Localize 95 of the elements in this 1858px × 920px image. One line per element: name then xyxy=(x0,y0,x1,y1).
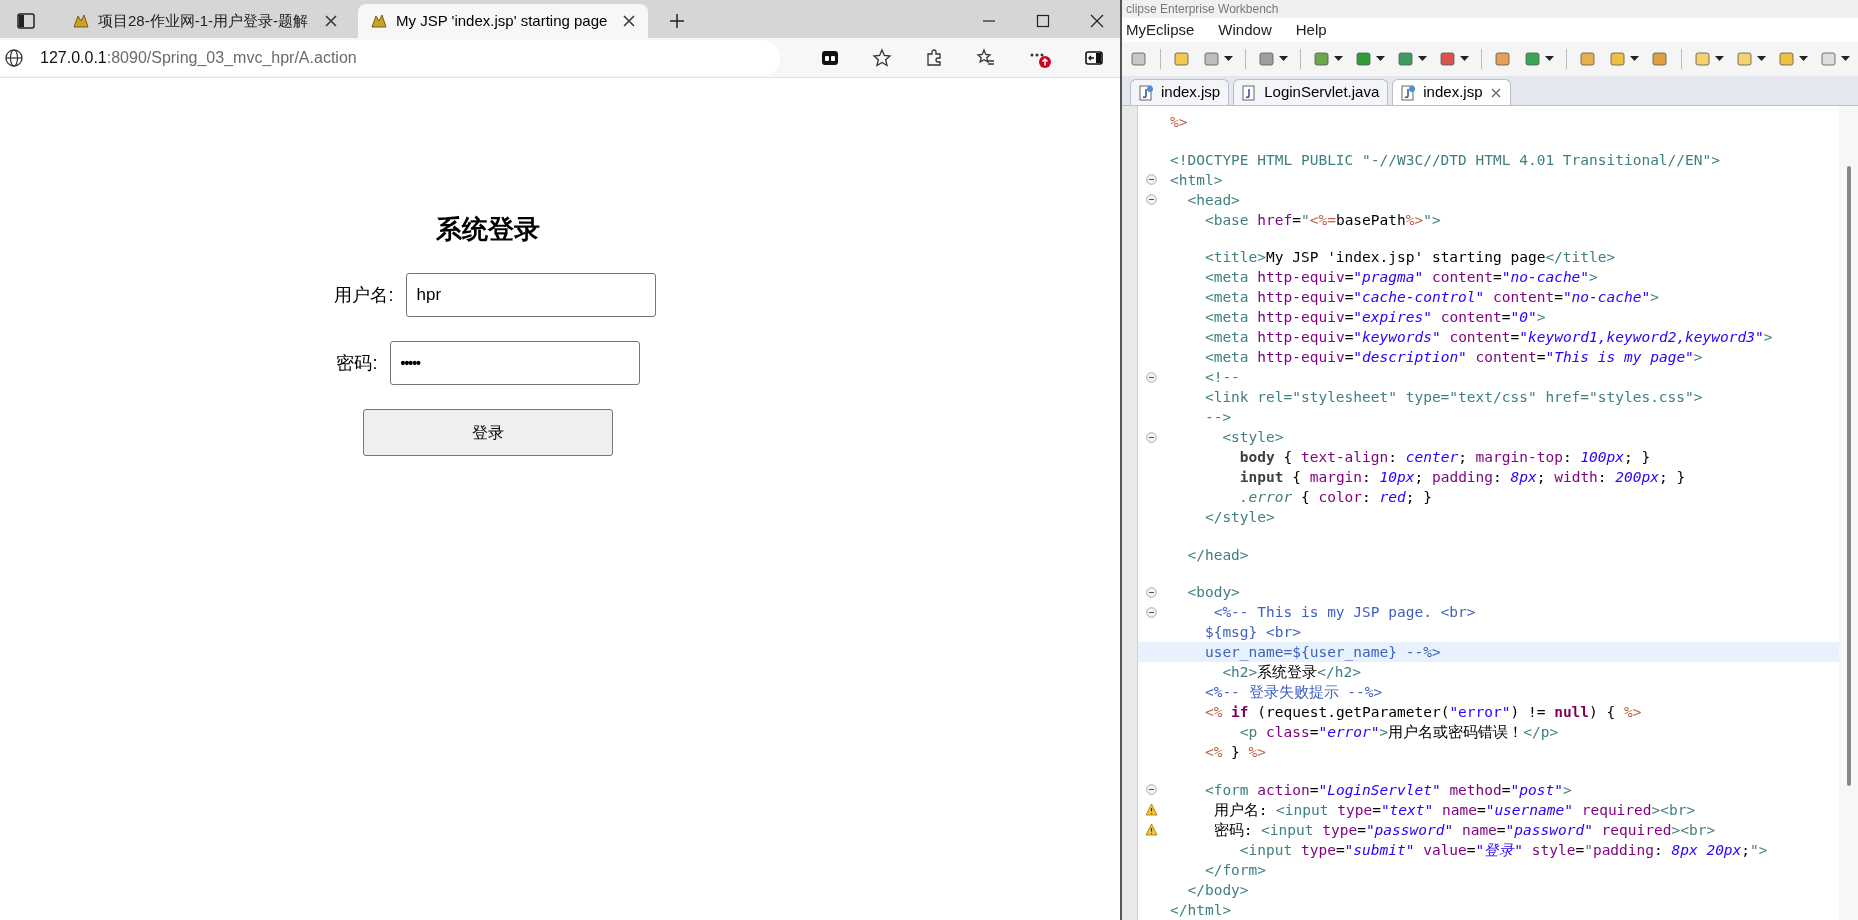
caret-icon[interactable] xyxy=(1545,56,1554,62)
code-line: <% if (request.getParameter("error") != null) { %> xyxy=(1203,703,1642,723)
plus-icon[interactable] xyxy=(668,12,686,30)
code-line: <!DOCTYPE HTML PUBLIC "-//W3C//DTD HTML 4.01 Transitional//EN"> xyxy=(1169,150,1720,170)
close-icon[interactable] xyxy=(324,14,338,28)
menu-item[interactable]: MyEclipse xyxy=(1126,18,1195,42)
code-line: --> xyxy=(1203,408,1232,428)
close-icon[interactable] xyxy=(622,14,636,28)
code-line: <h2>系统登录</h2> xyxy=(1221,663,1361,683)
code-line: 密码: <input type="password" name="password" required><br> xyxy=(1212,820,1716,840)
star-icon[interactable] xyxy=(872,47,892,68)
caret-icon[interactable] xyxy=(1418,56,1427,62)
code-line: %> xyxy=(1169,113,1188,132)
collapse-icon[interactable] xyxy=(1145,784,1157,796)
code-line: <p class="error">用户名或密码错误！</p> xyxy=(1238,723,1559,743)
caret-icon[interactable] xyxy=(1799,56,1808,62)
warning-icon xyxy=(1144,803,1158,817)
code-line: <html> xyxy=(1169,170,1223,190)
code-line: </style> xyxy=(1203,508,1275,528)
code-line: <meta http-equiv="cache-control" content="no-cache"> xyxy=(1203,288,1659,308)
editor-tab[interactable]: index.jsp xyxy=(1392,79,1512,105)
browser-tab[interactable]: 项目28-作业网-1-用户登录-题解 xyxy=(60,4,350,38)
tomcat-icon xyxy=(72,12,90,30)
collapse-icon[interactable] xyxy=(1145,586,1157,598)
tomcat-icon xyxy=(370,12,388,30)
menu-item[interactable]: Window xyxy=(1218,18,1272,42)
code-line: <meta http-equiv="pragma" content="no-cache"> xyxy=(1203,268,1598,288)
code-line: <form action="LoginServlet" method="post"> xyxy=(1203,780,1572,800)
password-field[interactable]: ••••• xyxy=(389,341,640,385)
code-line: <% } %> xyxy=(1203,743,1267,763)
code-line: <!-- xyxy=(1203,368,1240,388)
username-field[interactable]: hpr xyxy=(405,273,656,317)
code-line: .error { color: red; } xyxy=(1238,488,1432,508)
tab-title: LoginServlet.java xyxy=(1264,82,1380,103)
tab-title: index.jsp xyxy=(1423,82,1483,103)
editor-tab[interactable]: index.jsp xyxy=(1130,79,1230,105)
caret-icon[interactable] xyxy=(1715,56,1724,62)
code-line: user_name=${user_name} --%> xyxy=(1203,643,1441,663)
code-line: <input type="submit" value="登录" style="padding: 8px 20px;"> xyxy=(1238,840,1768,860)
code-line: input { margin: 10px; padding: 8px; width: 200px; } xyxy=(1238,468,1686,488)
code-line: <meta http-equiv="description" content="This is my page"> xyxy=(1203,348,1703,368)
caret-icon[interactable] xyxy=(1841,56,1850,62)
sidebar-icon[interactable] xyxy=(16,11,36,31)
code-line: </html> xyxy=(1169,900,1232,920)
warning-icon xyxy=(1144,823,1158,837)
code-line: 用户名: <input type="text" name="username" required><br> xyxy=(1212,800,1696,820)
collapse-icon[interactable] xyxy=(1145,431,1157,443)
collapse-icon[interactable] xyxy=(1145,174,1157,186)
code-line: <link rel="stylesheet" type="text/css" href="styles.css"> xyxy=(1203,388,1703,408)
caret-icon[interactable] xyxy=(1334,56,1343,62)
menu-item[interactable]: Help xyxy=(1295,18,1327,42)
code-line: body { text-align: center; margin-top: 100px; } xyxy=(1238,448,1651,468)
tab-title: index.jsp xyxy=(1161,82,1221,103)
window-title: clipse Enterprise Workbench xyxy=(1125,1,1280,18)
jsp-file-icon xyxy=(1139,84,1153,101)
code-line: <head> xyxy=(1186,190,1240,210)
browser-tab[interactable]: My JSP 'index.jsp' starting page xyxy=(358,4,648,38)
code-line: <meta http-equiv="keywords" content="keyword1,keyword2,keyword3"> xyxy=(1203,328,1773,348)
field-label: 密码: xyxy=(336,351,378,375)
jsp-file-icon xyxy=(1401,84,1416,101)
java-file-icon xyxy=(1242,84,1257,101)
caret-icon[interactable] xyxy=(1376,56,1385,62)
code-line: <base href="<%=basePath%>"> xyxy=(1203,210,1441,230)
login-button[interactable]: 登录 xyxy=(363,409,613,456)
url-text: 127.0.0.1:8090/Spring_03_mvc_hpr/A.action xyxy=(40,47,357,68)
close-icon[interactable] xyxy=(1090,14,1104,28)
scrollbar-thumb[interactable] xyxy=(1846,166,1851,786)
caret-icon[interactable] xyxy=(1224,56,1233,62)
caret-icon[interactable] xyxy=(1630,56,1639,62)
code-line: <meta http-equiv="expires" content="0"> xyxy=(1203,308,1546,328)
field-label: 用户名: xyxy=(334,283,394,307)
caret-icon[interactable] xyxy=(1757,56,1766,62)
code-line: </form> xyxy=(1203,860,1267,880)
code-line: <%-- This is my JSP page. <br> xyxy=(1212,603,1476,623)
page-heading: 系统登录 xyxy=(436,213,540,246)
code-line: </body> xyxy=(1186,880,1249,900)
collapse-icon[interactable] xyxy=(1145,194,1157,206)
extensions-icon[interactable] xyxy=(924,47,944,68)
favorites-icon[interactable] xyxy=(976,47,996,68)
code-line: <style> xyxy=(1221,428,1284,448)
code-line: <body> xyxy=(1186,583,1240,603)
maximize-icon[interactable] xyxy=(1036,14,1050,28)
close-icon[interactable] xyxy=(1490,86,1503,99)
address-bar[interactable]: 127.0.0.1:8090/Spring_03_mvc_hpr/A.action xyxy=(0,39,780,76)
tab-title: My JSP 'index.jsp' starting page xyxy=(396,10,609,31)
collapse-icon[interactable] xyxy=(1145,371,1157,383)
tab-title: 项目28-作业网-1-用户登录-题解 xyxy=(98,10,309,31)
editor-tab[interactable]: LoginServlet.java xyxy=(1233,79,1389,105)
code-line: <title>My JSP 'index.jsp' starting page</title> xyxy=(1203,248,1616,268)
code-line: </head> xyxy=(1186,545,1249,565)
caret-icon[interactable] xyxy=(1279,56,1288,62)
caret-icon[interactable] xyxy=(1460,56,1469,62)
code-line: <%-- 登录失败提示 --%> xyxy=(1203,683,1383,703)
collapse-icon[interactable] xyxy=(1145,606,1157,618)
code-line: ${msg} <br> xyxy=(1203,623,1301,643)
